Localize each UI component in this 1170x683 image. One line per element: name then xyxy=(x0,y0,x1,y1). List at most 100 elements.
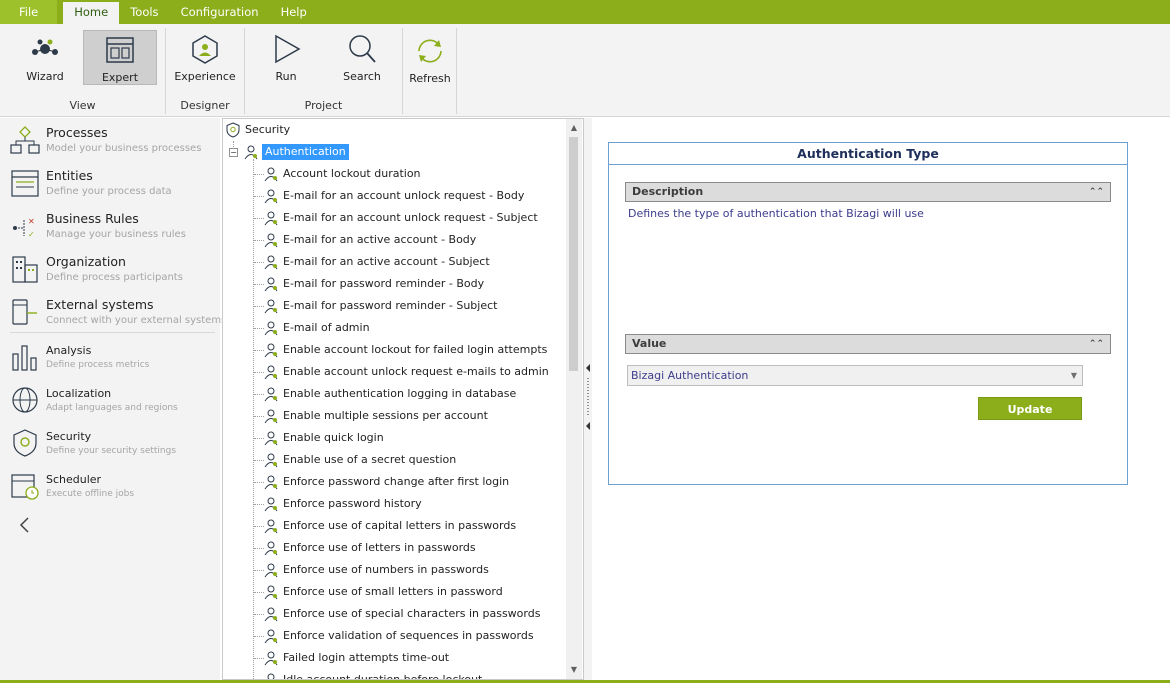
property-node-icon xyxy=(264,343,278,358)
property-node-icon xyxy=(264,299,278,314)
sidebar-item-title: Security xyxy=(46,430,92,443)
tree-node-label: Enable authentication logging in databas… xyxy=(283,387,517,400)
sidebar-item-localization[interactable]: Localization Adapt languages and regions xyxy=(10,381,215,421)
menu-tools[interactable]: Tools xyxy=(119,0,169,24)
collapse-node-icon[interactable]: − xyxy=(229,148,238,157)
sidebar-item-title: Business Rules xyxy=(46,211,139,226)
search-label: Search xyxy=(343,70,381,83)
authentication-type-select[interactable]: Bizagi Authentication ▼ xyxy=(627,365,1083,386)
tree-node-label: E-mail for an active account - Body xyxy=(283,233,477,246)
ribbon-group-project: Run Search Project xyxy=(245,28,403,114)
tree-guide-line xyxy=(253,159,254,679)
description-section-header[interactable]: Description ⌃⌃ xyxy=(625,182,1111,202)
tree-scrollbar[interactable]: ▲ ▼ xyxy=(566,119,582,679)
search-icon xyxy=(349,35,376,63)
scroll-up-icon[interactable]: ▲ xyxy=(569,123,579,133)
sidebar-item-analysis[interactable]: Analysis Define process metrics xyxy=(10,338,215,378)
value-section-header[interactable]: Value ⌃⌃ xyxy=(625,334,1111,354)
property-node-icon xyxy=(264,189,278,204)
panel-title: Authentication Type xyxy=(609,143,1127,165)
collapse-icon[interactable]: ⌃⌃ xyxy=(1089,183,1104,201)
designer-group-label: Designer xyxy=(180,99,230,112)
menu-configuration[interactable]: Configuration xyxy=(170,0,270,24)
tree-node-label: Enforce use of small letters in password xyxy=(283,585,503,598)
scheduler-icon xyxy=(11,474,39,500)
sidebar-item-scheduler[interactable]: Scheduler Execute offline jobs xyxy=(10,467,215,507)
menu-file[interactable]: File xyxy=(0,0,58,24)
property-node-icon xyxy=(264,277,278,292)
scroll-down-icon[interactable]: ▼ xyxy=(569,665,579,675)
property-node-icon xyxy=(264,475,278,490)
property-node-icon xyxy=(264,541,278,556)
tree-root-label: Security xyxy=(245,123,291,136)
menu-home[interactable]: Home xyxy=(63,2,120,24)
sidebar-item-business-rules[interactable]: ✕ ✓ Business Rules Manage your business … xyxy=(10,207,215,247)
run-label: Run xyxy=(275,70,297,83)
wizard-button[interactable]: Wizard xyxy=(8,30,82,85)
tree-node-label: Enforce use of letters in passwords xyxy=(283,541,476,554)
shield-icon xyxy=(226,122,240,138)
tree-node-label: E-mail for password reminder - Body xyxy=(283,277,485,290)
property-node-icon xyxy=(264,585,278,600)
expert-icon xyxy=(106,37,134,63)
sidebar: Processes Model your business processes … xyxy=(0,118,226,680)
refresh-button[interactable]: Refresh xyxy=(393,30,467,85)
scroll-thumb[interactable] xyxy=(569,137,578,371)
sidebar-item-desc: Define your security settings xyxy=(46,446,177,456)
description-section-label: Description xyxy=(632,185,704,198)
sidebar-item-organization[interactable]: Organization Define process participants xyxy=(10,250,215,290)
experience-button[interactable]: Experience xyxy=(168,30,242,85)
sidebar-item-desc: Adapt languages and regions xyxy=(46,403,178,413)
processes-icon xyxy=(10,126,40,154)
property-node-icon xyxy=(264,211,278,226)
sidebar-item-title: Analysis xyxy=(46,344,92,357)
localization-icon xyxy=(12,387,38,413)
user-node-icon xyxy=(244,145,258,160)
tree-node-label: E-mail for an account unlock request - B… xyxy=(283,189,525,202)
update-button[interactable]: Update xyxy=(978,397,1082,420)
run-icon xyxy=(275,34,301,64)
property-node-icon xyxy=(264,409,278,424)
property-node-icon xyxy=(264,453,278,468)
sidebar-item-title: Processes xyxy=(46,125,108,140)
tree-node-label: E-mail of admin xyxy=(283,321,370,334)
menu-help[interactable]: Help xyxy=(270,0,318,24)
experience-icon xyxy=(192,35,218,64)
sidebar-item-desc: Model your business processes xyxy=(46,143,202,154)
view-group-label: View xyxy=(69,99,96,112)
tree-node-label: Enable account lockout for failed login … xyxy=(283,343,548,356)
sidebar-item-desc: Define process participants xyxy=(46,272,183,283)
property-node-icon xyxy=(264,497,278,512)
tree-node-label: Enable quick login xyxy=(283,431,384,444)
property-panel: Authentication Type Description ⌃⌃ Defin… xyxy=(608,142,1128,485)
sidebar-item-external-systems[interactable]: External systems Connect with your exter… xyxy=(10,293,226,333)
tree-node-label: E-mail for password reminder - Subject xyxy=(283,299,498,312)
property-node-icon xyxy=(264,563,278,578)
search-button[interactable]: Search xyxy=(325,30,399,85)
sidebar-item-security[interactable]: Security Define your security settings xyxy=(10,424,215,464)
svg-text:✓: ✓ xyxy=(28,230,35,239)
expert-button[interactable]: Expert xyxy=(83,30,157,85)
sidebar-item-title: Scheduler xyxy=(46,473,102,486)
organization-icon xyxy=(12,256,38,283)
sidebar-item-processes[interactable]: Processes Model your business processes xyxy=(10,121,215,161)
run-button[interactable]: Run xyxy=(249,30,323,85)
ribbon-group-designer: Experience Designer xyxy=(166,28,245,114)
expert-label: Expert xyxy=(101,71,139,84)
chevron-down-icon: ▼ xyxy=(1070,371,1077,380)
collapse-icon[interactable]: ⌃⌃ xyxy=(1089,335,1104,353)
security-tree: Security Authentication − Account lockout… xyxy=(222,118,584,680)
panel-splitter[interactable] xyxy=(584,118,592,680)
tree-node-label: Failed login attempts time-out xyxy=(283,651,450,664)
collapse-sidebar-icon[interactable] xyxy=(18,516,32,534)
property-node-icon xyxy=(264,387,278,402)
tree-node-label: Enable account unlock request e-mails to… xyxy=(283,365,549,378)
sidebar-item-title: External systems xyxy=(46,297,154,312)
sidebar-item-title: Organization xyxy=(46,254,126,269)
business-rules-icon: ✕ ✓ xyxy=(13,217,35,239)
property-node-icon xyxy=(264,651,278,666)
description-text: Defines the type of authentication that … xyxy=(628,207,924,220)
splitter-handle-icon xyxy=(586,364,590,430)
sidebar-item-desc: Define your process data xyxy=(46,186,172,197)
sidebar-item-entities[interactable]: Entities Define your process data xyxy=(10,164,215,204)
